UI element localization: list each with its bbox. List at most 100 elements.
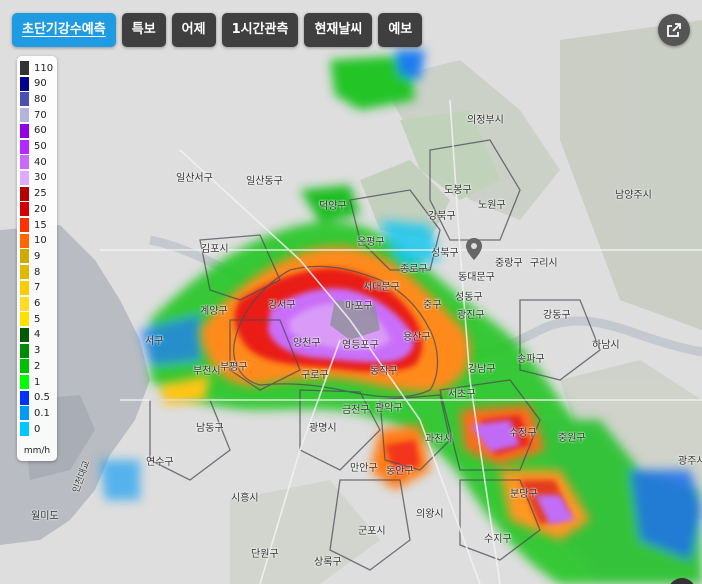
legend-item: 15 [20, 218, 47, 232]
place-label-gyeyang: 계양구 [200, 306, 228, 317]
legend-swatch [20, 249, 29, 264]
legend-label: 80 [34, 93, 47, 105]
place-label-gangseo: 강서구 [268, 300, 296, 311]
legend-label: 60 [34, 125, 47, 137]
legend-swatch [20, 61, 29, 75]
place-label-uiwang: 의왕시 [416, 509, 444, 520]
legend-label: 90 [34, 78, 47, 90]
place-label-sujeong: 수정구 [509, 428, 537, 439]
place-label-gangbuk: 강북구 [428, 211, 456, 222]
legend-unit: mm/h [23, 446, 51, 456]
legend-item: 70 [20, 108, 47, 123]
legend-label: 0.5 [34, 392, 50, 404]
place-label-dongjak: 동작구 [370, 366, 398, 377]
legend-swatch [20, 280, 29, 295]
precip-legend: 110 90 80 70 60 50 40 30 25 20 15 10 9 8 7 6 5 4 3 2 1 0.5 0.1… [17, 56, 57, 461]
tab-yesterday[interactable]: 어제 [171, 13, 216, 47]
place-label-guro: 구로구 [301, 370, 329, 381]
legend-label: 2 [34, 360, 41, 372]
legend-item: 1 [20, 375, 40, 389]
place-label-seocho: 서초구 [448, 389, 476, 400]
legend-swatch [20, 312, 29, 327]
place-label-dongan: 동안구 [386, 466, 414, 477]
place-label-ilsanseo: 일산서구 [176, 173, 213, 184]
place-label-gunpo: 군포시 [358, 526, 386, 537]
legend-swatch [20, 123, 29, 138]
legend-label: 7 [34, 282, 41, 294]
legend-item: 0 [20, 422, 41, 437]
place-label-yongsan: 용산구 [403, 332, 431, 343]
place-label-seongdong: 성동구 [455, 292, 483, 303]
external-link-icon [667, 23, 681, 37]
place-label-gimpo: 김포시 [201, 244, 229, 255]
place-label-bundang: 분당구 [510, 489, 538, 500]
legend-label: 30 [34, 172, 47, 184]
place-label-namyangju: 남양주시 [615, 190, 652, 201]
legend-item: 80 [20, 92, 47, 107]
place-label-seodaemun: 서대문구 [363, 282, 400, 293]
place-label-guri: 구리시 [530, 258, 558, 269]
legend-swatch [20, 422, 29, 437]
legend-swatch [20, 108, 29, 123]
legend-item: 9 [20, 249, 41, 264]
tab-current-weather[interactable]: 현재날씨 [304, 13, 373, 47]
legend-swatch [20, 327, 29, 342]
legend-label: 4 [34, 329, 41, 341]
tab-forecast[interactable]: 예보 [378, 13, 423, 47]
legend-item: 0.1 [20, 406, 50, 421]
place-label-gwacheon: 과천시 [425, 434, 453, 445]
legend-item: 90 [20, 76, 47, 91]
tab-hourly-obs[interactable]: 1시간관측 [221, 13, 299, 47]
legend-label: 50 [34, 141, 47, 152]
place-label-siheung: 시흥시 [231, 493, 259, 504]
external-link-button[interactable] [658, 14, 690, 46]
legend-label: 15 [34, 219, 47, 231]
legend-item: 10 [20, 233, 47, 248]
legend-item: 5 [20, 312, 41, 327]
legend-label: 6 [34, 298, 41, 309]
place-label-songpa: 송파구 [517, 354, 545, 365]
legend-label: 70 [34, 109, 47, 121]
place-label-manan: 만안구 [350, 463, 378, 474]
legend-label: 5 [34, 313, 41, 325]
place-label-hanam: 하남시 [592, 340, 620, 351]
place-label-gangnam: 강남구 [468, 364, 496, 375]
legend-item: 25 [20, 186, 47, 201]
place-label-nowon: 노원구 [478, 200, 506, 211]
place-label-mapo: 마포구 [345, 301, 373, 312]
weather-map[interactable] [0, 0, 702, 584]
legend-item: 60 [20, 123, 47, 138]
legend-swatch [20, 359, 29, 374]
legend-label: 3 [34, 345, 41, 357]
place-label-ilsandong: 일산동구 [246, 176, 283, 187]
legend-label: 9 [34, 250, 41, 262]
place-label-gwangmyeong: 광명시 [309, 423, 337, 434]
tab-warnings[interactable]: 특보 [121, 13, 166, 47]
legend-item: 4 [20, 327, 41, 342]
legend-swatch [20, 218, 29, 232]
place-label-suji: 수지구 [484, 534, 512, 545]
legend-label: 0.1 [34, 407, 50, 419]
legend-item: 7 [20, 280, 41, 295]
place-label-gwanak: 관악구 [375, 403, 403, 414]
legend-swatch [20, 155, 29, 170]
legend-item: 3 [20, 343, 41, 358]
legend-swatch [20, 233, 29, 248]
legend-swatch [20, 296, 29, 311]
legend-label: 0 [34, 423, 41, 435]
legend-item: 0.5 [20, 390, 50, 405]
legend-swatch [20, 390, 29, 405]
legend-label: 20 [34, 203, 47, 215]
place-label-bupyeong: 부평구 [220, 362, 248, 373]
place-label-jungnang: 중랑구 [495, 258, 523, 269]
legend-item: 6 [20, 296, 41, 311]
legend-item: 40 [20, 155, 47, 170]
legend-item: 2 [20, 359, 41, 374]
place-label-eunpyeong: 은평구 [357, 237, 385, 248]
place-label-deogyang: 덕양구 [319, 201, 347, 212]
place-label-yangcheon: 양천구 [293, 338, 321, 349]
legend-label: 1 [34, 376, 41, 388]
place-label-gangdong: 강동구 [543, 310, 571, 321]
tab-short-term-precip[interactable]: 초단기강수예측 [12, 13, 116, 47]
legend-item: 30 [20, 170, 47, 185]
